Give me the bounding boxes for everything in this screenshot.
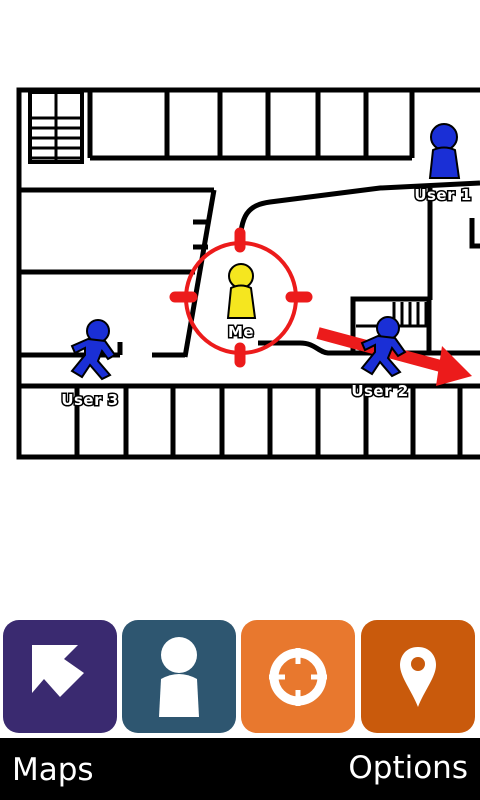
map-pin-icon [400,646,436,707]
user-label-2: User 2 [351,382,408,400]
stairs-icon [28,90,84,164]
user-marker-1[interactable]: User 1 [413,123,473,206]
navigate-arrow-icon [32,644,84,697]
locate-crosshair-icon [269,647,327,706]
locate-tile-button[interactable] [241,620,355,733]
user-label-3: User 3 [61,391,118,409]
user-marker-3[interactable]: User 3 [60,319,120,411]
softkey-bar: Maps Options [0,738,480,800]
floor-plan-map[interactable]: Me User 1 User 2 User 3 [0,0,480,480]
user-label-1: User 1 [414,186,471,204]
person-tile-button[interactable] [122,620,236,733]
person-icon [159,636,199,717]
maps-softkey[interactable]: Maps [12,752,94,788]
user-running-icon [70,319,117,381]
navigate-tile-button[interactable] [3,620,117,733]
map-pin-tile-button[interactable] [361,620,475,733]
me-label: Me [228,323,254,341]
user-standing-icon [428,123,461,179]
me-person-icon [226,263,257,319]
options-softkey[interactable]: Options [348,750,468,786]
